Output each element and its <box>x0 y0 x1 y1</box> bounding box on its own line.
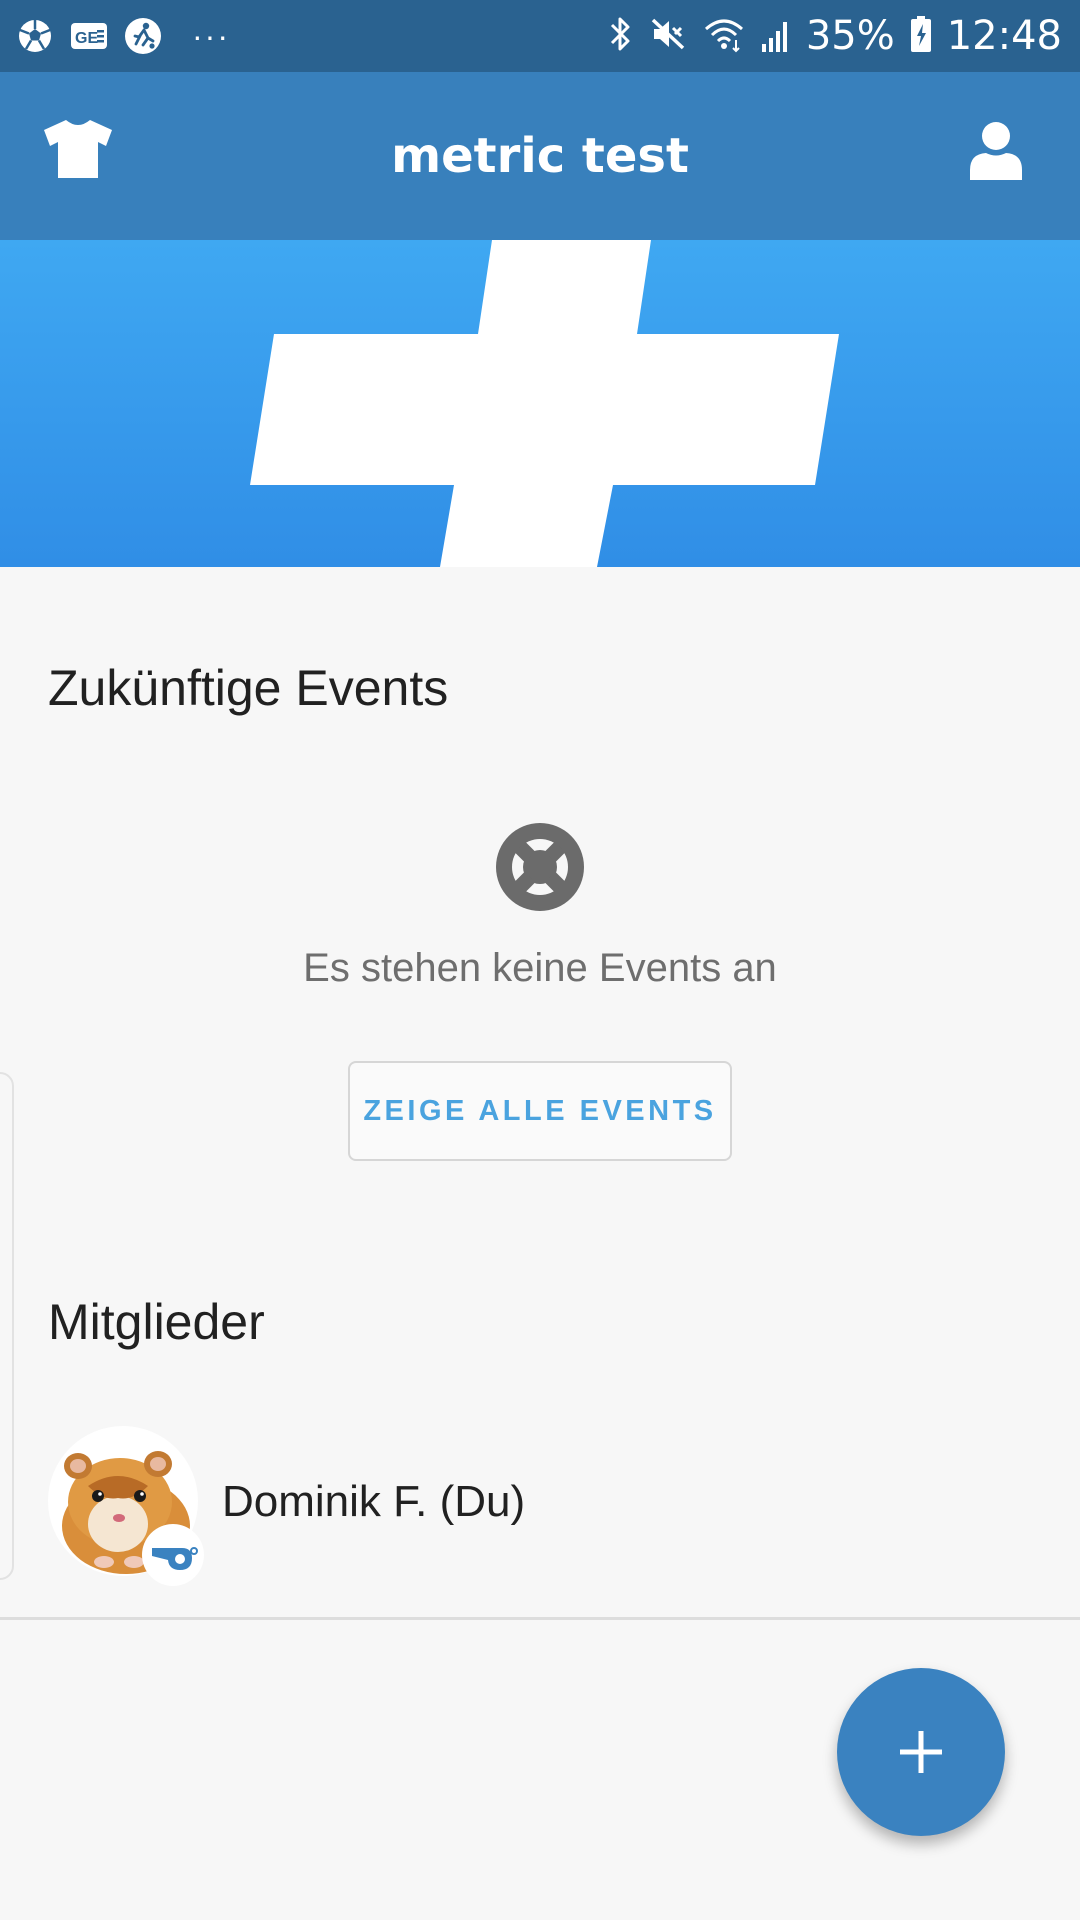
news-icon: GE <box>70 17 108 55</box>
status-bar: GE ··· 35% 12:48 <box>0 0 1080 72</box>
show-all-events-button[interactable]: ZEIGE ALLE EVENTS <box>348 1061 732 1161</box>
signal-icon <box>760 14 792 59</box>
soccer-player-icon <box>124 17 162 55</box>
member-name: Dominik F. (Du) <box>222 1477 526 1526</box>
system-icons: 35% 12:48 <box>606 12 1062 60</box>
more-notifications-icon: ··· <box>192 18 230 54</box>
whistle-icon <box>142 1524 204 1586</box>
app-bar: metric test <box>0 72 1080 240</box>
events-heading: Zukünftige Events <box>48 660 449 716</box>
wifi-icon <box>702 14 746 59</box>
page-title: metric test <box>391 128 689 184</box>
battery-charging-icon <box>909 14 933 59</box>
user-icon[interactable] <box>968 120 1036 192</box>
add-button[interactable] <box>837 1668 1005 1836</box>
plus-logo <box>250 240 839 567</box>
plus-icon <box>900 1731 942 1773</box>
lifebuoy-icon <box>496 823 584 911</box>
clock: 12:48 <box>946 13 1062 59</box>
svg-text:GE: GE <box>75 30 98 47</box>
battery-percentage: 35% <box>805 13 895 59</box>
team-banner <box>0 240 1080 567</box>
members-heading: Mitglieder <box>48 1294 265 1350</box>
mute-icon <box>648 14 688 59</box>
list-item[interactable]: Dominik F. (Du) <box>0 1420 1080 1620</box>
bluetooth-icon <box>606 14 634 59</box>
divider <box>0 1617 1080 1620</box>
soccer-ball-icon <box>16 17 54 55</box>
notification-icons: GE ··· <box>16 14 230 58</box>
empty-events-message: Es stehen keine Events an <box>303 946 777 990</box>
